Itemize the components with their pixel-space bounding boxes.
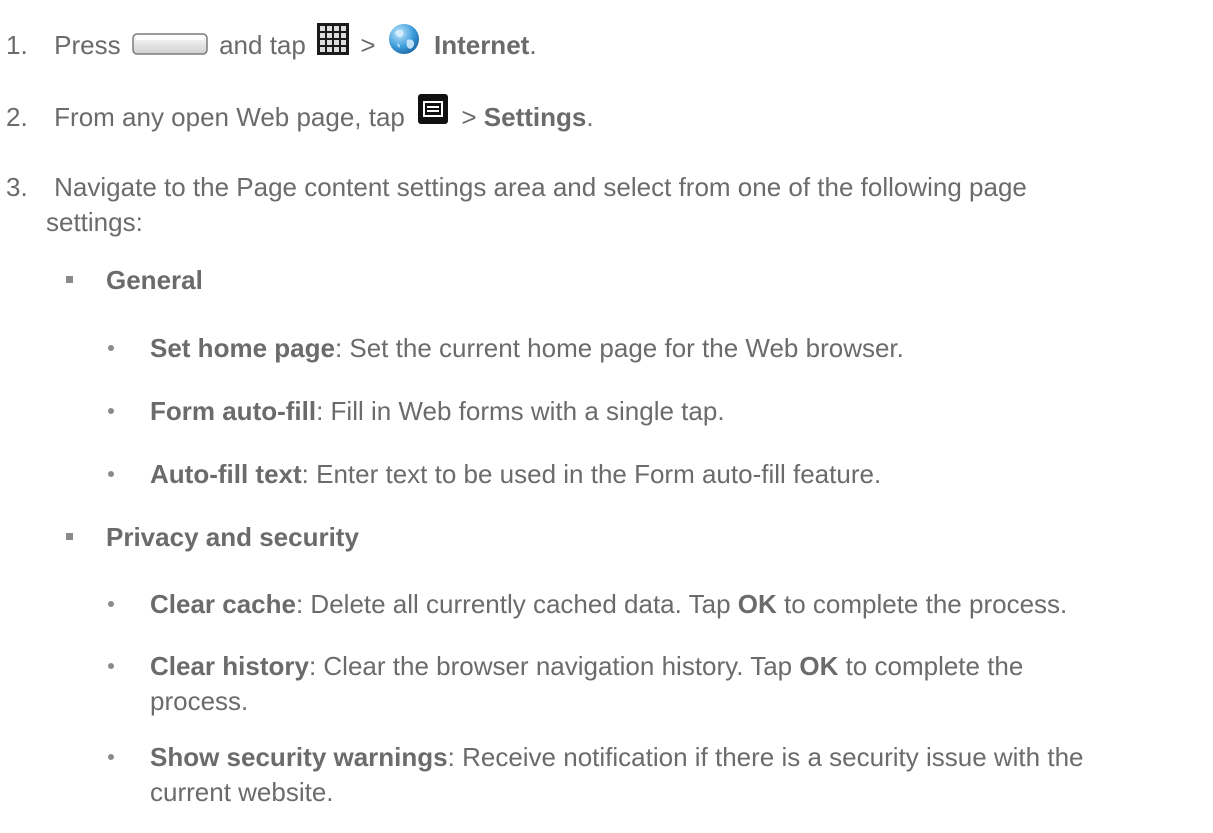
item-label: Form auto-fill: [150, 396, 317, 426]
ok-label: OK: [737, 589, 777, 619]
list-item: Clear cache: Delete all currently cached…: [150, 587, 1067, 621]
item-desc: to complete the: [838, 651, 1024, 681]
dot-bullet-icon: [108, 408, 114, 414]
group-title-privacy: Privacy and security: [106, 522, 359, 552]
step-1-and-tap-text: and tap: [219, 30, 306, 60]
step-2-settings-label: Settings: [483, 102, 587, 132]
list-item: Clear history: Clear the browser navigat…: [150, 649, 1023, 683]
list-item: Form auto-fill: Fill in Web forms with a…: [150, 394, 725, 428]
item-label: Set home page: [150, 333, 335, 363]
step-1-period: .: [529, 30, 537, 60]
step-1-number: 1.: [6, 30, 28, 60]
step-2-number: 2.: [6, 102, 28, 132]
item-desc: current website.: [150, 777, 334, 807]
item-desc: : Delete all currently cached data. Tap: [295, 589, 738, 619]
step-1-separator: >: [360, 30, 376, 60]
step-3-line-1: 3. Navigate to the Page content settings…: [6, 170, 1027, 204]
step-1-press-text: Press: [54, 30, 121, 60]
list-item: Show security warnings: Receive notifica…: [150, 740, 1084, 774]
item-label: Clear cache: [150, 589, 296, 619]
dot-bullet-icon: [108, 471, 114, 477]
internet-globe-icon: [388, 24, 419, 55]
step-3-text: Navigate to the Page content settings ar…: [54, 172, 1027, 202]
step-1: 1. Press and tap > Internet.: [6, 23, 537, 64]
dot-bullet-icon: [108, 345, 114, 351]
item-desc: to complete the process.: [776, 589, 1068, 619]
step-2-period: .: [586, 102, 594, 132]
list-item: Set home page: Set the current home page…: [150, 331, 904, 365]
dot-bullet-icon: [108, 663, 114, 669]
home-button-icon: [132, 33, 208, 55]
menu-key-icon: [418, 94, 449, 125]
item-desc: : Fill in Web forms with a single tap.: [316, 396, 725, 426]
group-title-general: General: [106, 265, 203, 295]
step-1-internet-label: Internet: [433, 30, 530, 60]
item-label: Auto-fill text: [150, 459, 302, 489]
list-item: Auto-fill text: Enter text to be used in…: [150, 457, 881, 491]
square-bullet-icon: [66, 533, 73, 540]
item-label: Show security warnings: [150, 742, 448, 772]
step-2-lead-text: From any open Web page, tap: [54, 102, 405, 132]
item-desc: process.: [150, 686, 249, 716]
list-item-continuation: process.: [150, 684, 248, 718]
dot-bullet-icon: [108, 601, 114, 607]
item-desc: : Clear the browser navigation history. …: [308, 651, 800, 681]
step-3-number: 3.: [6, 172, 28, 202]
item-desc: : Enter text to be used in the Form auto…: [301, 459, 882, 489]
step-2: 2. From any open Web page, tap > Setting…: [6, 94, 594, 134]
square-bullet-icon: [66, 276, 73, 283]
step-3-text-cont: settings:: [46, 207, 143, 237]
dot-bullet-icon: [108, 754, 114, 760]
step-3-line-2: settings:: [46, 205, 143, 239]
apps-grid-icon: [317, 23, 350, 56]
item-label: Clear history: [150, 651, 309, 681]
step-2-separator: >: [461, 102, 477, 132]
ok-label: OK: [799, 651, 839, 681]
document: 1. Press and tap > Internet. 2. From any…: [0, 0, 1213, 833]
item-desc: : Receive notification if there is a sec…: [447, 742, 1084, 772]
item-desc: : Set the current home page for the Web …: [334, 333, 904, 363]
list-item-continuation: current website.: [150, 775, 334, 809]
